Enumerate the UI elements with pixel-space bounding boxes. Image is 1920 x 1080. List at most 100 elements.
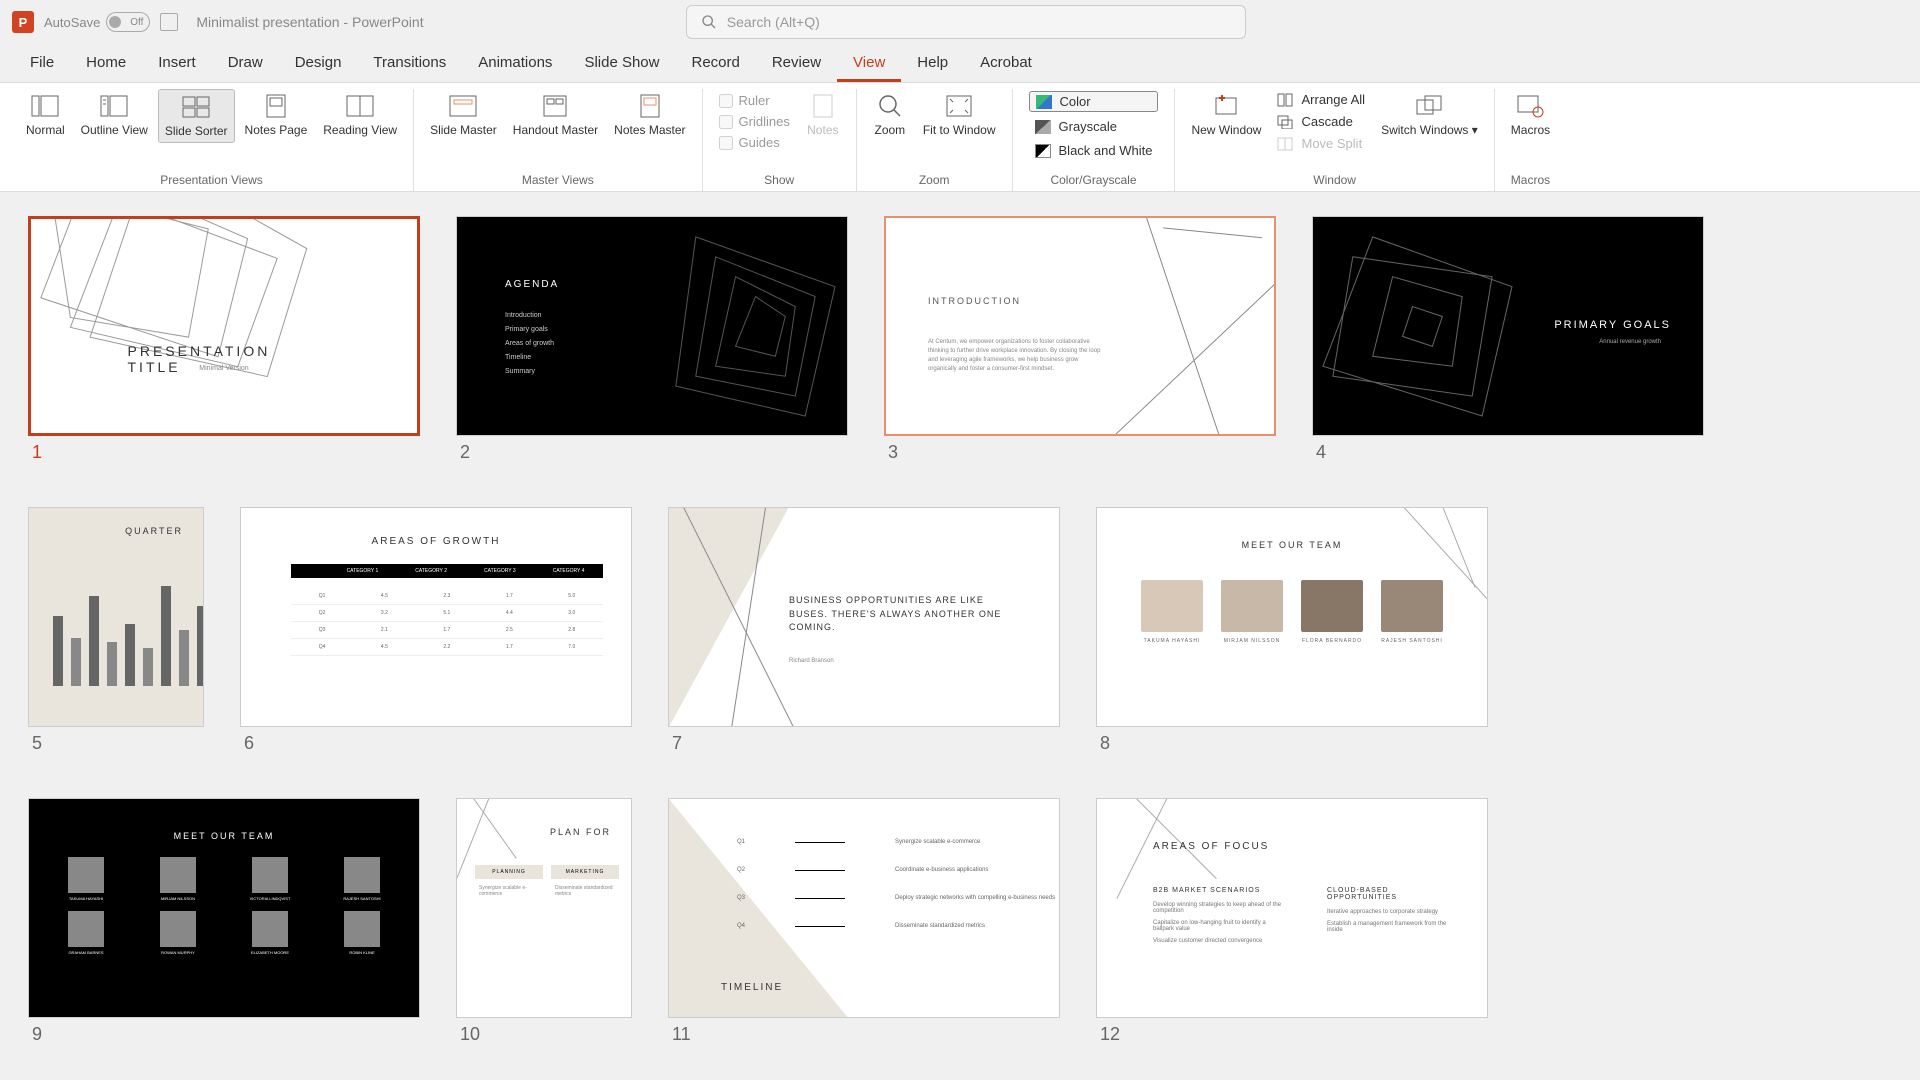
zoom-button[interactable]: Zoom	[867, 89, 913, 141]
powerpoint-icon: P	[12, 11, 34, 33]
slide-title: TIMELINE	[721, 982, 783, 993]
slide-title: QUARTER	[125, 526, 183, 536]
black-white-option[interactable]: Black and White	[1029, 141, 1159, 160]
slide-number: 3	[884, 442, 1276, 463]
autosave-label: AutoSave	[44, 15, 100, 30]
tab-view[interactable]: View	[837, 46, 901, 82]
group-label: Color/Grayscale	[1050, 169, 1136, 191]
arrange-all-button[interactable]: Arrange All	[1273, 91, 1369, 108]
slide-title: MEET OUR TEAM	[1242, 540, 1343, 550]
slide-author: Richard Branson	[789, 658, 834, 664]
group-presentation-views: Normal Outline View Slide Sorter Notes P…	[10, 89, 414, 191]
group-window: New Window Arrange All Cascade Move Spli…	[1175, 89, 1494, 191]
slide-thumb[interactable]: AGENDA IntroductionPrimary goalsAreas of…	[456, 216, 848, 463]
chart-bars	[53, 576, 204, 686]
grayscale-option[interactable]: Grayscale	[1029, 117, 1159, 136]
slide-sorter[interactable]: PRESENTATION TITLE Minimal Version 1 AGE…	[0, 192, 1920, 1080]
notes-master-button[interactable]: Notes Master	[608, 89, 691, 141]
notes-button: Notes	[800, 89, 846, 141]
tab-draw[interactable]: Draw	[212, 46, 279, 82]
search-icon	[701, 14, 717, 30]
slide-master-button[interactable]: Slide Master	[424, 89, 503, 141]
group-show: Ruler Gridlines Guides Notes Show	[703, 89, 857, 191]
group-label: Window	[1313, 169, 1356, 191]
slide-number: 1	[28, 442, 420, 463]
save-icon[interactable]	[160, 13, 178, 31]
normal-button[interactable]: Normal	[20, 89, 71, 141]
slide-sorter-button[interactable]: Slide Sorter	[158, 89, 235, 143]
slide-title: AREAS OF GROWTH	[372, 536, 501, 547]
slide-title: PLAN FOR	[550, 827, 611, 837]
tab-transitions[interactable]: Transitions	[357, 46, 462, 82]
slide-thumb[interactable]: BUSINESS OPPORTUNITIES ARE LIKE BUSES. T…	[668, 507, 1060, 754]
autosave-toggle[interactable]: AutoSave Off	[44, 12, 150, 32]
move-split-button: Move Split	[1273, 135, 1369, 152]
slide-subtitle: Annual revenue growth	[1599, 339, 1661, 345]
slide-thumb[interactable]: MEET OUR TEAM TAKUMA HAYASHI MIRJAM NILS…	[1096, 507, 1488, 754]
search-placeholder: Search (Alt+Q)	[727, 14, 820, 30]
plan-boxes: PLANNINGSynergize scalable e-commerce MA…	[475, 865, 619, 903]
notes-page-button[interactable]: Notes Page	[239, 89, 314, 141]
slide-number: 7	[668, 733, 1060, 754]
search-input[interactable]: Search (Alt+Q)	[686, 5, 1246, 39]
slide-thumb[interactable]: MEET OUR TEAM TAKUMA HAYASHI MIRJAM NILS…	[28, 798, 420, 1045]
slide-thumb[interactable]: PLAN FOR PLANNINGSynergize scalable e-co…	[456, 798, 632, 1045]
tab-design[interactable]: Design	[279, 46, 358, 82]
slide-quote: BUSINESS OPPORTUNITIES ARE LIKE BUSES. T…	[789, 594, 1019, 635]
slide-thumb[interactable]: INTRODUCTION At Centum, we empower organ…	[884, 216, 1276, 463]
tab-help[interactable]: Help	[901, 46, 964, 82]
tab-review[interactable]: Review	[756, 46, 837, 82]
slide-thumb[interactable]: Q1Synergize scalable e-commerce Q2Coordi…	[668, 798, 1060, 1045]
slide-number: 8	[1096, 733, 1488, 754]
toggle-switch[interactable]: Off	[106, 12, 150, 32]
tab-insert[interactable]: Insert	[142, 46, 212, 82]
slide-number: 11	[668, 1024, 1060, 1045]
tab-acrobat[interactable]: Acrobat	[964, 46, 1048, 82]
slide-number: 4	[1312, 442, 1704, 463]
table-rows: Q14.52.31.75.0 Q23.25.14.43.0 Q32.11.72.…	[291, 588, 603, 656]
group-label: Show	[764, 169, 794, 191]
table-header: CATEGORY 1CATEGORY 2CATEGORY 3CATEGORY 4	[291, 564, 603, 578]
cascade-button[interactable]: Cascade	[1273, 113, 1369, 130]
slide-title: INTRODUCTION	[928, 296, 1021, 306]
switch-windows-button[interactable]: Switch Windows ▾	[1375, 89, 1484, 141]
group-label: Presentation Views	[160, 169, 263, 191]
gridlines-checkbox[interactable]: Gridlines	[719, 114, 790, 129]
slide-number: 5	[28, 733, 204, 754]
menu-tabs: File Home Insert Draw Design Transitions…	[0, 44, 1920, 82]
slide-title: AGENDA	[505, 279, 559, 290]
color-option[interactable]: Color	[1029, 91, 1159, 112]
slide-number: 10	[456, 1024, 632, 1045]
handout-master-button[interactable]: Handout Master	[507, 89, 604, 141]
team-grid: TAKUMA HAYASHI MIRJAM NILSSON VICTORIA L…	[52, 857, 396, 955]
group-label: Macros	[1511, 169, 1550, 191]
slide-subtitle: Minimal Version	[199, 365, 248, 372]
slide-thumb[interactable]: PRIMARY GOALS Annual revenue growth 4	[1312, 216, 1704, 463]
slide-thumb[interactable]: PRESENTATION TITLE Minimal Version 1	[28, 216, 420, 463]
group-label: Master Views	[522, 169, 594, 191]
timeline-items: Q1Synergize scalable e-commerce Q2Coordi…	[737, 839, 1055, 951]
titlebar: P AutoSave Off Minimalist presentation -…	[0, 0, 1920, 44]
tab-slideshow[interactable]: Slide Show	[568, 46, 675, 82]
outline-view-button[interactable]: Outline View	[75, 89, 154, 141]
new-window-button[interactable]: New Window	[1185, 89, 1267, 141]
reading-view-button[interactable]: Reading View	[317, 89, 403, 141]
fit-to-window-button[interactable]: Fit to Window	[917, 89, 1002, 141]
group-zoom: Zoom Fit to Window Zoom	[857, 89, 1013, 191]
slide-thumb[interactable]: AREAS OF GROWTH CATEGORY 1CATEGORY 2CATE…	[240, 507, 632, 754]
macros-button[interactable]: Macros	[1505, 89, 1556, 141]
tab-record[interactable]: Record	[675, 46, 755, 82]
agenda-items: IntroductionPrimary goalsAreas of growth…	[505, 309, 554, 379]
slide-number: 9	[28, 1024, 420, 1045]
slide-thumb[interactable]: QUARTER 5	[28, 507, 204, 754]
ruler-checkbox[interactable]: Ruler	[719, 93, 790, 108]
tab-home[interactable]: Home	[70, 46, 142, 82]
slide-title: PRIMARY GOALS	[1554, 319, 1671, 331]
guides-checkbox[interactable]: Guides	[719, 135, 790, 150]
tab-file[interactable]: File	[14, 46, 70, 82]
slide-number: 12	[1096, 1024, 1488, 1045]
slide-body: At Centum, we empower organizations to f…	[928, 338, 1108, 374]
slide-thumb[interactable]: AREAS OF FOCUS B2B MARKET SCENARIOSDevel…	[1096, 798, 1488, 1045]
tab-animations[interactable]: Animations	[462, 46, 568, 82]
ribbon: Normal Outline View Slide Sorter Notes P…	[0, 82, 1920, 192]
